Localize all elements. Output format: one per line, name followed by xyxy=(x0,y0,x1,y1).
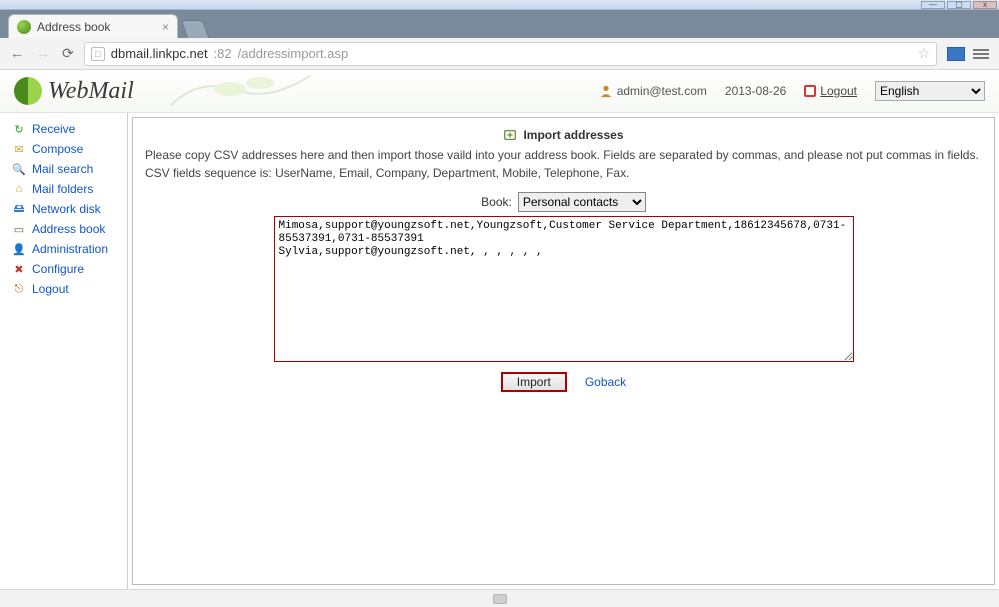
configure-icon: ✖ xyxy=(12,262,26,276)
logout-icon xyxy=(804,85,816,97)
sidebar-item-label: Mail folders xyxy=(32,182,93,196)
os-minimize-button[interactable]: — xyxy=(921,1,945,9)
sidebar-item-logout[interactable]: ⎋ Logout xyxy=(0,279,127,299)
csv-textarea[interactable] xyxy=(274,216,854,362)
extension-icon[interactable] xyxy=(947,47,965,61)
forward-icon[interactable]: → xyxy=(36,45,50,62)
header-date: 2013-08-26 xyxy=(725,84,786,98)
browser-menu-icon[interactable] xyxy=(973,49,989,59)
bookmark-star-icon[interactable]: ☆ xyxy=(917,45,930,62)
sidebar-item-label: Mail search xyxy=(32,162,93,176)
browser-tabstrip: Address book × xyxy=(0,10,999,38)
new-tab-button[interactable] xyxy=(181,20,210,38)
address-book-icon: ▭ xyxy=(12,222,26,236)
sidebar-item-receive[interactable]: ↻ Receive xyxy=(0,119,127,139)
instructions-text: Please copy CSV addresses here and then … xyxy=(145,146,982,182)
import-button[interactable]: Import xyxy=(501,372,567,392)
logo-swirl-icon xyxy=(14,77,42,105)
brand-text: WebMail xyxy=(48,78,134,105)
browser-toolbar: ← → ⟳ □ dbmail.linkpc.net :82/addressimpo… xyxy=(0,38,999,70)
tab-title: Address book xyxy=(37,20,110,34)
header-decoration xyxy=(150,70,330,112)
page-title: Import addresses xyxy=(523,128,623,142)
sidebar-item-administration[interactable]: 👤 Administration xyxy=(0,239,127,259)
sidebar-item-mail-search[interactable]: 🔍 Mail search xyxy=(0,159,127,179)
horizontal-scrollbar[interactable] xyxy=(0,589,999,607)
folders-icon: ⌂ xyxy=(12,182,26,196)
sidebar-item-label: Address book xyxy=(32,222,105,236)
scrollbar-thumb[interactable] xyxy=(493,594,507,604)
main-panel: Import addresses Please copy CSV address… xyxy=(132,117,995,585)
logout-side-icon: ⎋ xyxy=(12,282,26,296)
url-path: /addressimport.asp xyxy=(238,46,349,61)
current-user: admin@test.com xyxy=(599,84,707,98)
site-info-icon[interactable]: □ xyxy=(91,47,105,61)
reload-icon[interactable]: ⟳ xyxy=(62,45,74,62)
compose-icon: ✉ xyxy=(12,142,26,156)
sidebar-item-label: Receive xyxy=(32,122,75,136)
sidebar-item-address-book[interactable]: ▭ Address book xyxy=(0,219,127,239)
os-titlebar: — ▢ x xyxy=(0,0,999,10)
sidebar-item-label: Logout xyxy=(32,282,69,296)
receive-icon: ↻ xyxy=(12,122,26,136)
sidebar-item-label: Administration xyxy=(32,242,108,256)
sidebar-item-label: Network disk xyxy=(32,202,101,216)
back-icon[interactable]: ← xyxy=(10,45,24,62)
goback-link[interactable]: Goback xyxy=(585,375,626,389)
book-select[interactable]: Personal contacts xyxy=(518,192,646,212)
browser-tab[interactable]: Address book × xyxy=(8,14,178,38)
sidebar: ↻ Receive ✉ Compose 🔍 Mail search ⌂ Mail fol… xyxy=(0,113,128,589)
book-label: Book: xyxy=(481,195,512,209)
close-tab-icon[interactable]: × xyxy=(162,20,169,34)
os-close-button[interactable]: x xyxy=(973,1,997,9)
app-header: WebMail admin@test.com 2013-08-26 Logout… xyxy=(0,70,999,113)
sidebar-item-label: Configure xyxy=(32,262,84,276)
disk-icon: 🖴 xyxy=(12,202,26,216)
brand-logo: WebMail xyxy=(14,77,134,105)
sidebar-item-compose[interactable]: ✉ Compose xyxy=(0,139,127,159)
admin-icon: 👤 xyxy=(12,242,26,256)
user-icon xyxy=(599,84,613,98)
search-icon: 🔍 xyxy=(12,162,26,176)
language-select[interactable]: English xyxy=(875,81,985,101)
import-icon xyxy=(503,128,517,142)
favicon-icon xyxy=(17,20,31,34)
sidebar-item-configure[interactable]: ✖ Configure xyxy=(0,259,127,279)
url-host: dbmail.linkpc.net xyxy=(111,46,208,61)
sidebar-item-mail-folders[interactable]: ⌂ Mail folders xyxy=(0,179,127,199)
user-email: admin@test.com xyxy=(617,84,707,98)
sidebar-item-label: Compose xyxy=(32,142,83,156)
url-port: :82 xyxy=(214,46,232,61)
url-bar[interactable]: □ dbmail.linkpc.net :82/addressimport.asp… xyxy=(84,42,937,66)
os-maximize-button[interactable]: ▢ xyxy=(947,1,971,9)
sidebar-item-network-disk[interactable]: 🖴 Network disk xyxy=(0,199,127,219)
logout-link[interactable]: Logout xyxy=(820,84,857,98)
